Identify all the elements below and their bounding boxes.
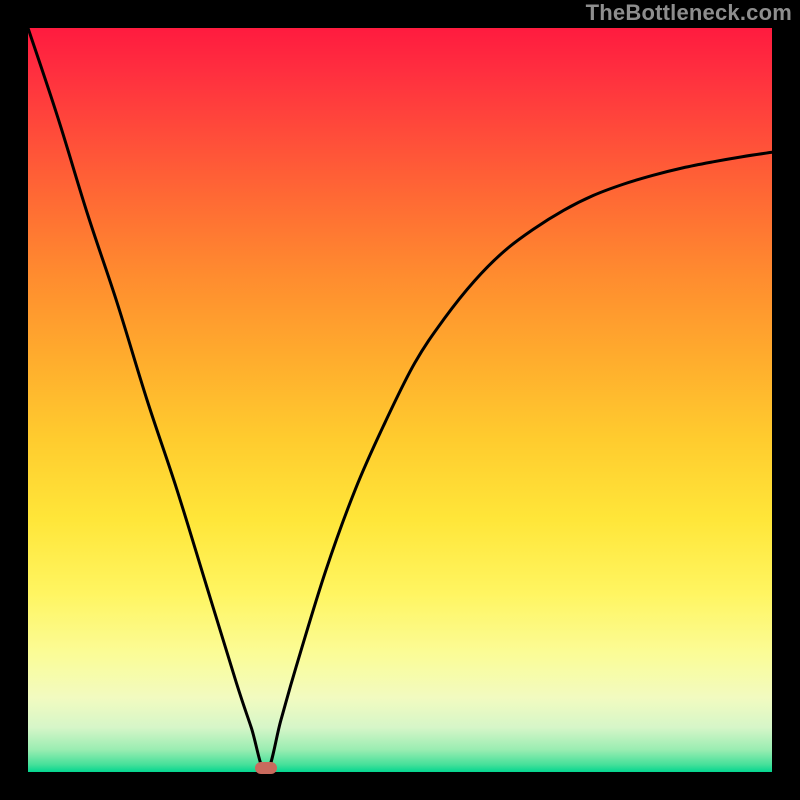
curve-svg <box>28 28 772 772</box>
minimum-marker <box>255 762 277 774</box>
chart-container: TheBottleneck.com <box>0 0 800 800</box>
plot-area <box>28 28 772 772</box>
bottleneck-curve <box>28 28 772 772</box>
watermark-text: TheBottleneck.com <box>586 0 792 26</box>
